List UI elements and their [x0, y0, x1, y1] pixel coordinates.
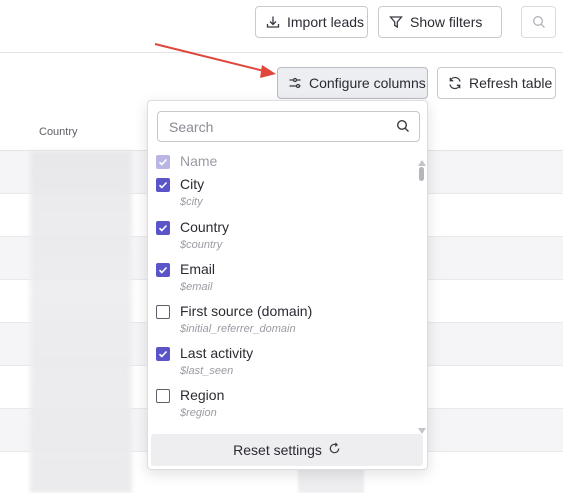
checkbox[interactable]: [156, 178, 170, 192]
import-leads-label: Import leads: [287, 14, 365, 30]
checkbox[interactable]: [156, 305, 170, 319]
column-option-label: Email: [180, 261, 216, 277]
column-option-label: Last activity: [180, 345, 254, 361]
checkbox[interactable]: [156, 389, 170, 403]
column-header-country[interactable]: Country: [39, 126, 78, 138]
refresh-icon: [328, 442, 341, 458]
filter-icon: [389, 15, 403, 29]
column-search-field[interactable]: [157, 111, 420, 142]
show-filters-button[interactable]: Show filters: [378, 6, 502, 38]
checkbox[interactable]: [156, 155, 170, 169]
column-option-property: $city: [180, 196, 203, 208]
redacted-content: [30, 151, 132, 493]
scrollbar-thumb[interactable]: [419, 167, 424, 181]
column-list: Name City $city Country $country Email $…: [148, 151, 418, 429]
checkbox[interactable]: [156, 263, 170, 277]
search-icon: [396, 119, 410, 136]
column-option-label: Region: [180, 387, 225, 403]
column-option-property: $email: [180, 281, 213, 293]
search-button[interactable]: [521, 6, 556, 38]
toolbar-divider: [0, 52, 563, 53]
search-icon: [532, 15, 546, 29]
column-option-label: City: [180, 176, 205, 192]
show-filters-label: Show filters: [410, 14, 483, 30]
import-leads-button[interactable]: Import leads: [255, 6, 368, 38]
reset-settings-label: Reset settings: [233, 442, 322, 458]
column-picker-popup: Name City $city Country $country Email $…: [147, 100, 428, 470]
checkbox[interactable]: [156, 347, 170, 361]
refresh-icon: [448, 76, 462, 90]
column-option-label: First source (domain): [180, 303, 313, 319]
column-option-property: $initial_referrer_domain: [180, 323, 296, 335]
import-icon: [266, 15, 280, 29]
sliders-icon: [288, 76, 302, 90]
column-search-input[interactable]: [158, 112, 388, 141]
refresh-table-button[interactable]: Refresh table: [437, 67, 556, 99]
column-option-property: $last_seen: [180, 365, 234, 377]
configure-columns-label: Configure columns: [309, 75, 426, 91]
column-list-scrollbar[interactable]: [416, 153, 426, 434]
column-option-property: $country: [180, 239, 223, 251]
checkbox[interactable]: [156, 221, 170, 235]
column-option-label: Name: [180, 153, 218, 169]
refresh-table-label: Refresh table: [469, 75, 553, 91]
configure-columns-button[interactable]: Configure columns: [277, 67, 428, 99]
reset-settings-button[interactable]: Reset settings: [151, 434, 423, 466]
column-option-property: $region: [180, 407, 217, 419]
column-option-label: Country: [180, 219, 230, 235]
